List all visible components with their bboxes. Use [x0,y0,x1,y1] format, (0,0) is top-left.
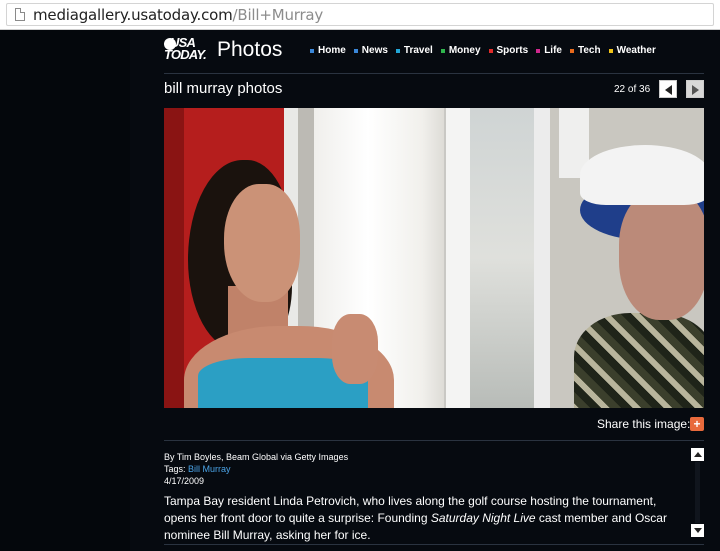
main-nav: Home News Travel Money Sports Life Tech … [310,45,656,57]
gallery-title: bill murray photos [164,80,283,97]
next-photo-button[interactable] [686,80,704,98]
photo-date: 4/17/2009 [164,476,205,486]
nav-item-tech[interactable]: Tech [569,45,601,57]
share-plus-icon[interactable]: + [690,417,704,431]
nav-item-home[interactable]: Home [310,45,346,57]
logo-line2: TODAY. [164,47,207,62]
nav-label: Life [544,45,562,56]
photo-window-frame [534,108,550,408]
previous-photo-button[interactable] [659,80,677,98]
url-path: /Bill+Murray [232,6,324,24]
page-icon [15,8,25,21]
nav-square-icon [353,49,358,53]
photo-counter: 22 of 36 [614,84,651,95]
scrollbar-track[interactable] [695,462,700,523]
scroll-up-arrow-icon[interactable] [691,448,704,461]
browser-address-bar: mediagallery.usatoday.com/Bill+Murray [0,0,720,30]
nav-label: Tech [577,45,601,56]
bottom-divider [164,544,704,545]
tag-link-bill-murray[interactable]: Bill Murray [188,464,231,474]
photo-woman-face [224,184,300,302]
gallery-photo[interactable] [164,108,704,408]
nav-square-icon [569,49,574,53]
photo-man-hat [580,145,704,205]
left-margin [0,30,130,551]
share-label: Share this image: [597,417,691,431]
nav-item-news[interactable]: News [353,45,388,57]
scroll-down-arrow-icon[interactable] [691,524,704,537]
site-page: USA TODAY. Photos Home News Travel Money… [0,30,720,551]
photo-door [444,108,470,408]
photo-man-shirt [574,313,704,408]
nav-item-travel[interactable]: Travel [395,45,433,57]
nav-square-icon [440,49,445,53]
nav-label: News [361,45,388,56]
nav-label: Home [318,45,346,56]
photo-man-face [619,190,704,320]
nav-label: Travel [403,45,433,56]
photo-red-shadow [164,108,184,408]
url-field[interactable]: mediagallery.usatoday.com/Bill+Murray [6,3,714,26]
nav-label: Weather [616,45,656,56]
nav-square-icon [395,49,400,53]
photo-credit: By Tim Boyles, Beam Global via Getty Ima… [164,452,349,462]
nav-label: Sports [496,45,529,56]
nav-square-icon [536,49,541,53]
nav-square-icon [608,49,613,53]
url-text[interactable]: mediagallery.usatoday.com/Bill+Murray [33,6,323,24]
header-divider [164,73,704,74]
desc-italic-text: Saturday Night Live [430,511,536,525]
photo-woman-hand [332,314,378,384]
nav-item-money[interactable]: Money [440,45,481,57]
nav-square-icon [488,49,493,53]
nav-item-life[interactable]: Life [536,45,562,57]
nav-square-icon [310,49,314,53]
photo-description: Tampa Bay resident Linda Petrovich, who … [164,493,689,544]
nav-item-weather[interactable]: Weather [608,45,656,57]
nav-item-sports[interactable]: Sports [488,45,529,57]
nav-label: Money [448,45,481,56]
section-title: Photos [217,38,283,61]
url-domain: mediagallery.usatoday.com [33,6,233,24]
usa-today-logo[interactable]: USA TODAY. [164,36,208,65]
photo-tags: Tags: Bill Murray [164,464,231,475]
tags-label: Tags: [164,464,186,474]
caption-divider [164,440,704,441]
